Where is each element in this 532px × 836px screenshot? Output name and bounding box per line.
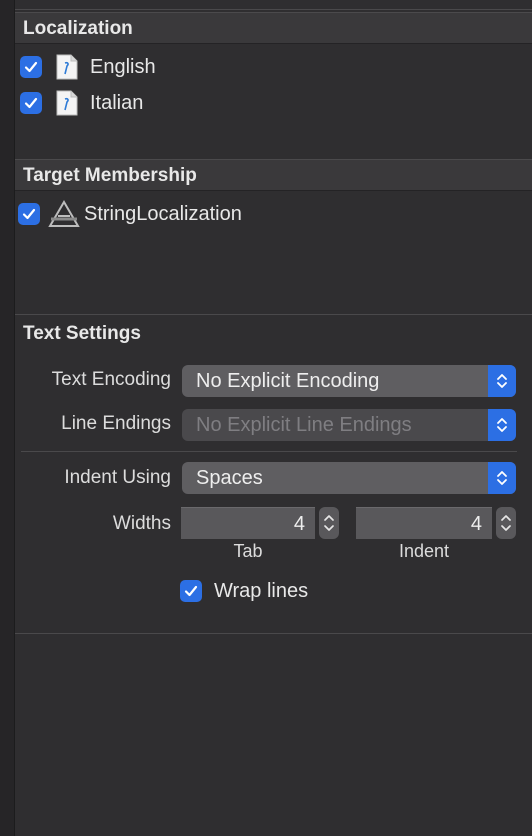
wrap-lines-checkbox[interactable] [180, 580, 202, 602]
tab-label: Tab [233, 541, 263, 561]
stringlocalization-label: StringLocalization [84, 202, 242, 225]
target-item-stringlocalization[interactable]: StringLocalization [18, 199, 242, 229]
app-target-icon [47, 199, 81, 229]
updown-chevron-icon [488, 365, 516, 397]
indent-width-stepper[interactable] [496, 507, 516, 539]
english-checkbox[interactable] [20, 56, 42, 78]
localization-item-italian[interactable]: Italian [20, 88, 143, 118]
tab-width-stepper[interactable] [319, 507, 339, 539]
indent-using-popup[interactable]: Spaces [182, 462, 516, 494]
line-endings-label: Line Endings [61, 413, 171, 434]
updown-chevron-icon [488, 409, 516, 441]
text-settings-top-divider [15, 314, 532, 315]
indent-using-value: Spaces [196, 467, 263, 489]
italian-checkbox[interactable] [20, 92, 42, 114]
wrap-lines-label: Wrap lines [214, 579, 309, 602]
file-inspector-panel: Localization English Italian Target Memb… [15, 0, 532, 836]
line-endings-value: No Explicit Line Endings [196, 414, 412, 436]
indent-width-field[interactable]: 4 [356, 507, 492, 539]
localization-item-english[interactable]: English [20, 52, 156, 82]
left-edge-strip [0, 0, 15, 836]
text-encoding-popup[interactable]: No Explicit Encoding [182, 365, 516, 397]
italian-label: Italian [90, 91, 144, 114]
wrap-lines-row[interactable]: Wrap lines [180, 576, 308, 606]
strings-file-icon [56, 90, 78, 116]
widths-label: Widths [112, 513, 171, 534]
updown-chevron-icon [488, 462, 516, 494]
text-settings-header: Text Settings [15, 318, 532, 350]
top-divider [15, 9, 532, 10]
indent-label: Indent [398, 541, 450, 561]
localization-header: Localization [15, 12, 532, 44]
text-encoding-label: Text Encoding [51, 369, 171, 390]
text-encoding-value: No Explicit Encoding [196, 370, 380, 392]
tab-width-field[interactable]: 4 [181, 507, 315, 539]
indent-using-label: Indent Using [64, 467, 171, 488]
stringlocalization-checkbox[interactable] [18, 203, 40, 225]
english-label: English [90, 55, 156, 78]
line-endings-popup[interactable]: No Explicit Line Endings [182, 409, 516, 441]
target-membership-header: Target Membership [15, 159, 532, 191]
strings-file-icon [56, 54, 78, 80]
text-settings-inner-divider [21, 451, 517, 452]
bottom-divider [15, 633, 532, 634]
